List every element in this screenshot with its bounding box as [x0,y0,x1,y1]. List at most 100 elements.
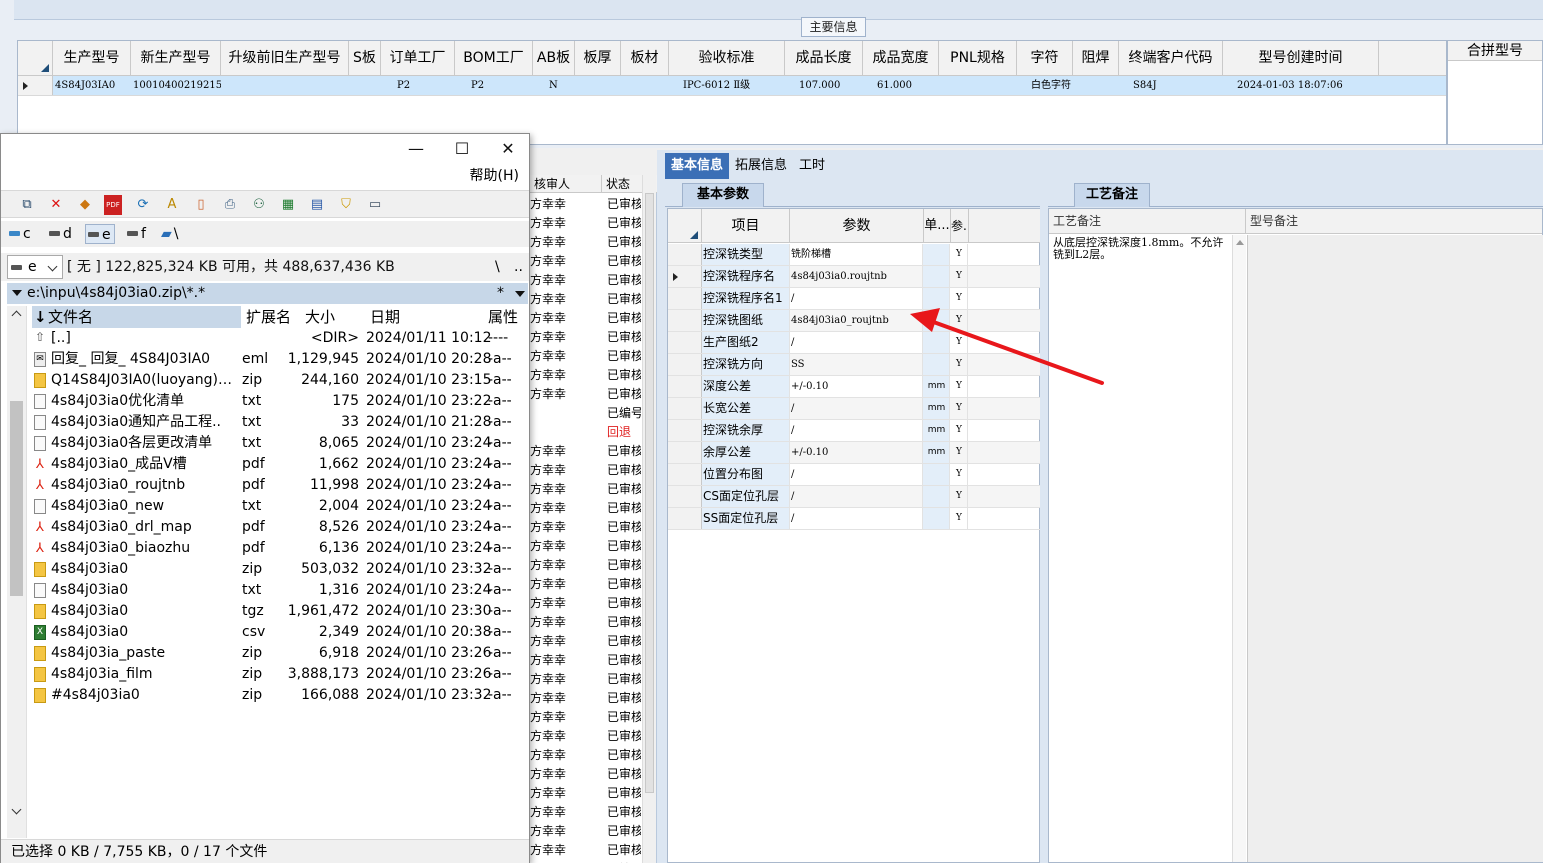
grid-cell[interactable] [349,76,381,95]
list-item[interactable]: 方幸幸 已审核 [530,556,657,575]
file-row[interactable]: ⅄ 4s84j03ia0_drl_map pdf 8,526 2024/01/10 23… [29,517,528,538]
attr-column-header[interactable]: 属性 [488,306,518,328]
file-row[interactable]: 4s84j03ia0优化清单 txt 175 2024/01/10 23:22 -a-- [29,391,528,412]
note-scrollbar[interactable] [1232,235,1246,862]
file-row[interactable]: 4s84j03ia0各层更改清单 txt 8,065 2024/01/10 23:24… [29,433,528,454]
list-item[interactable]: 方幸幸 已审核 [530,651,657,670]
process-note-text[interactable]: 从底层控深铣深度1.8mm。不允许铣到L2层。 [1053,237,1229,261]
param-flag[interactable]: Y [950,244,968,265]
row-indicator-icon[interactable] [668,354,702,375]
main-grid-row[interactable]: 4S84J03IA0 10010400219215 P2 P2 N IPC-6012 Ⅱ级… [18,76,1446,96]
list-item[interactable]: 方幸幸 已审核 [530,290,657,309]
grid-cell[interactable]: 4S84J03IA0 [53,76,131,95]
file-row[interactable]: 4s84j03ia0 tgz 1,961,472 2024/01/10 23:30 -a… [29,601,528,622]
grid-cell[interactable]: IPC-6012 Ⅱ级 [669,76,785,95]
param-row[interactable]: 控深铣类型 铣阶梯槽 Y [668,244,1041,266]
column-header[interactable]: 型号创建时间 [1223,41,1379,75]
param-value[interactable]: / [790,508,923,529]
list-item[interactable]: 方幸幸 已审核 [530,271,657,290]
param-flag[interactable]: Y [950,332,968,353]
column-header[interactable]: 终端客户代码 [1119,41,1223,75]
param-value[interactable]: SS [790,354,923,375]
list-item[interactable]: 方幸幸 已审核 [530,480,657,499]
row-indicator-icon[interactable] [668,420,702,441]
column-header[interactable]: 新生产型号 [131,41,221,75]
list-item[interactable]: 方幸幸 已审核 [530,252,657,271]
param-value[interactable]: 铣阶梯槽 [790,244,923,265]
param-row[interactable]: 生产图纸2/ Y [668,332,1041,354]
list-item[interactable]: 已编号 [530,404,657,423]
file-manager-window[interactable]: — ☐ ✕ 帮助(H) ⧉ ✕ ◆ PDF ⟳ A ▯ ⎙ ⚇ ▦ ▤ ⛉ ▭ … [0,133,530,863]
param-flag[interactable]: Y [950,442,968,463]
column-header[interactable]: 板厚 [575,41,621,75]
param-flag[interactable]: Y [950,354,968,375]
help-menu[interactable]: 帮助(H) [470,166,519,186]
scroll-thumb[interactable] [645,193,654,793]
file-row[interactable]: ⅄ 4s84j03ia0_成品V槽 pdf 1,662 2024/01/10 23:24… [29,454,528,475]
grid-cell[interactable]: N [533,76,575,95]
grid-cell[interactable]: P2 [381,76,455,95]
pdf-icon[interactable]: PDF [104,195,122,215]
model-note-area[interactable] [1247,235,1543,862]
file-row[interactable]: 4s84j03ia_film zip 3,888,173 2024/01/10 23:… [29,664,528,685]
row-indicator-icon[interactable] [668,266,702,287]
list-item[interactable]: 方幸幸 已审核 [530,822,657,841]
column-header[interactable]: 成品长度 [785,41,863,75]
grid-cell[interactable] [939,76,1017,95]
param-value[interactable]: / [790,288,923,309]
grid-corner-icon[interactable] [18,41,53,75]
path-history-icon[interactable] [12,290,22,296]
param-flag[interactable]: Y [950,310,968,331]
size-column-header[interactable]: 大小 [305,306,335,328]
param-value[interactable]: / [790,420,923,441]
list-item[interactable]: 方幸幸 已审核 [530,214,657,233]
row-indicator-icon[interactable] [668,486,702,507]
list-item[interactable]: 方幸幸 已审核 [530,233,657,252]
grid-cell[interactable]: 白色字符 [1017,76,1073,95]
network-icon[interactable]: ⚇ [249,195,269,215]
list-item[interactable]: 方幸幸 已审核 [530,328,657,347]
review-list-scrollbar[interactable] [642,175,656,863]
column-header[interactable]: AB板 [533,41,575,75]
list-item[interactable]: 方幸幸 已审核 [530,708,657,727]
param-row[interactable]: 深度公差 +/-0.10 mm Y [668,376,1041,398]
grid-cell[interactable]: P2 [455,76,533,95]
file-row[interactable]: #4s84j03ia0 zip 166,088 2024/01/10 23:32 -a-… [29,685,528,706]
splitter[interactable] [1040,181,1048,863]
file-row[interactable]: ⅄ 4s84j03ia0_biaozhu pdf 6,136 2024/01/10 23… [29,538,528,559]
param-flag[interactable]: Y [950,266,968,287]
row-indicator-icon[interactable] [668,508,702,529]
file-row[interactable]: ⇧ [..] <DIR> 2024/01/11 10:12 ---- [29,328,528,349]
tab-process-notes[interactable]: 工艺备注 [1074,183,1150,207]
param-value[interactable]: / [790,332,923,353]
param-value[interactable]: +/-0.10 [790,376,923,397]
list-item[interactable]: 方幸幸 已审核 [530,594,657,613]
grid-cell[interactable]: S84J [1119,76,1223,95]
column-header[interactable]: 升级前旧生产型号 [221,41,349,75]
list-item[interactable]: 方幸幸 已审核 [530,841,657,860]
row-indicator-icon[interactable] [668,442,702,463]
copy-names-icon[interactable]: ⧉ [17,195,37,215]
row-indicator-icon[interactable] [668,244,702,265]
basic-params-grid[interactable]: 项目 参数 单... 参... 控深铣类型铣阶梯槽Y控深铣程序名4s84j03i… [667,208,1041,863]
param-value[interactable]: +/-0.10 [790,442,923,463]
row-indicator-icon[interactable] [668,398,702,419]
drive-d-button[interactable]: d [47,224,75,244]
drive-f-button[interactable]: f [125,224,149,244]
scroll-up-icon[interactable] [11,310,22,321]
param-flag[interactable]: Y [950,376,968,397]
row-indicator-icon[interactable] [668,332,702,353]
main-info-grid[interactable]: 生产型号 新生产型号 升级前旧生产型号 S板 订单工厂 BOM工厂 AB板 板厚 板材 验收标准成… [17,40,1447,145]
scroll-thumb[interactable] [10,401,23,596]
file-row[interactable]: 4s84j03ia0 zip 503,032 2024/01/10 23:32 -a-- [29,559,528,580]
file-row[interactable]: 4s84j03ia0通知产品工程.. txt 33 2024/01/10 21:28-… [29,412,528,433]
tab-extended-info[interactable]: 拓展信息 [729,153,793,179]
param-value[interactable]: / [790,464,923,485]
value-column-header[interactable]: 参数 [790,209,924,242]
tab-basic-params[interactable]: 基本参数 [682,183,764,207]
list-item[interactable]: 方幸幸 已审核 [530,784,657,803]
grid-cell[interactable] [1073,76,1119,95]
list-item[interactable]: 方幸幸 已审核 [530,613,657,632]
param-flag[interactable]: Y [950,420,968,441]
list-item[interactable]: 方幸幸 已审核 [530,537,657,556]
